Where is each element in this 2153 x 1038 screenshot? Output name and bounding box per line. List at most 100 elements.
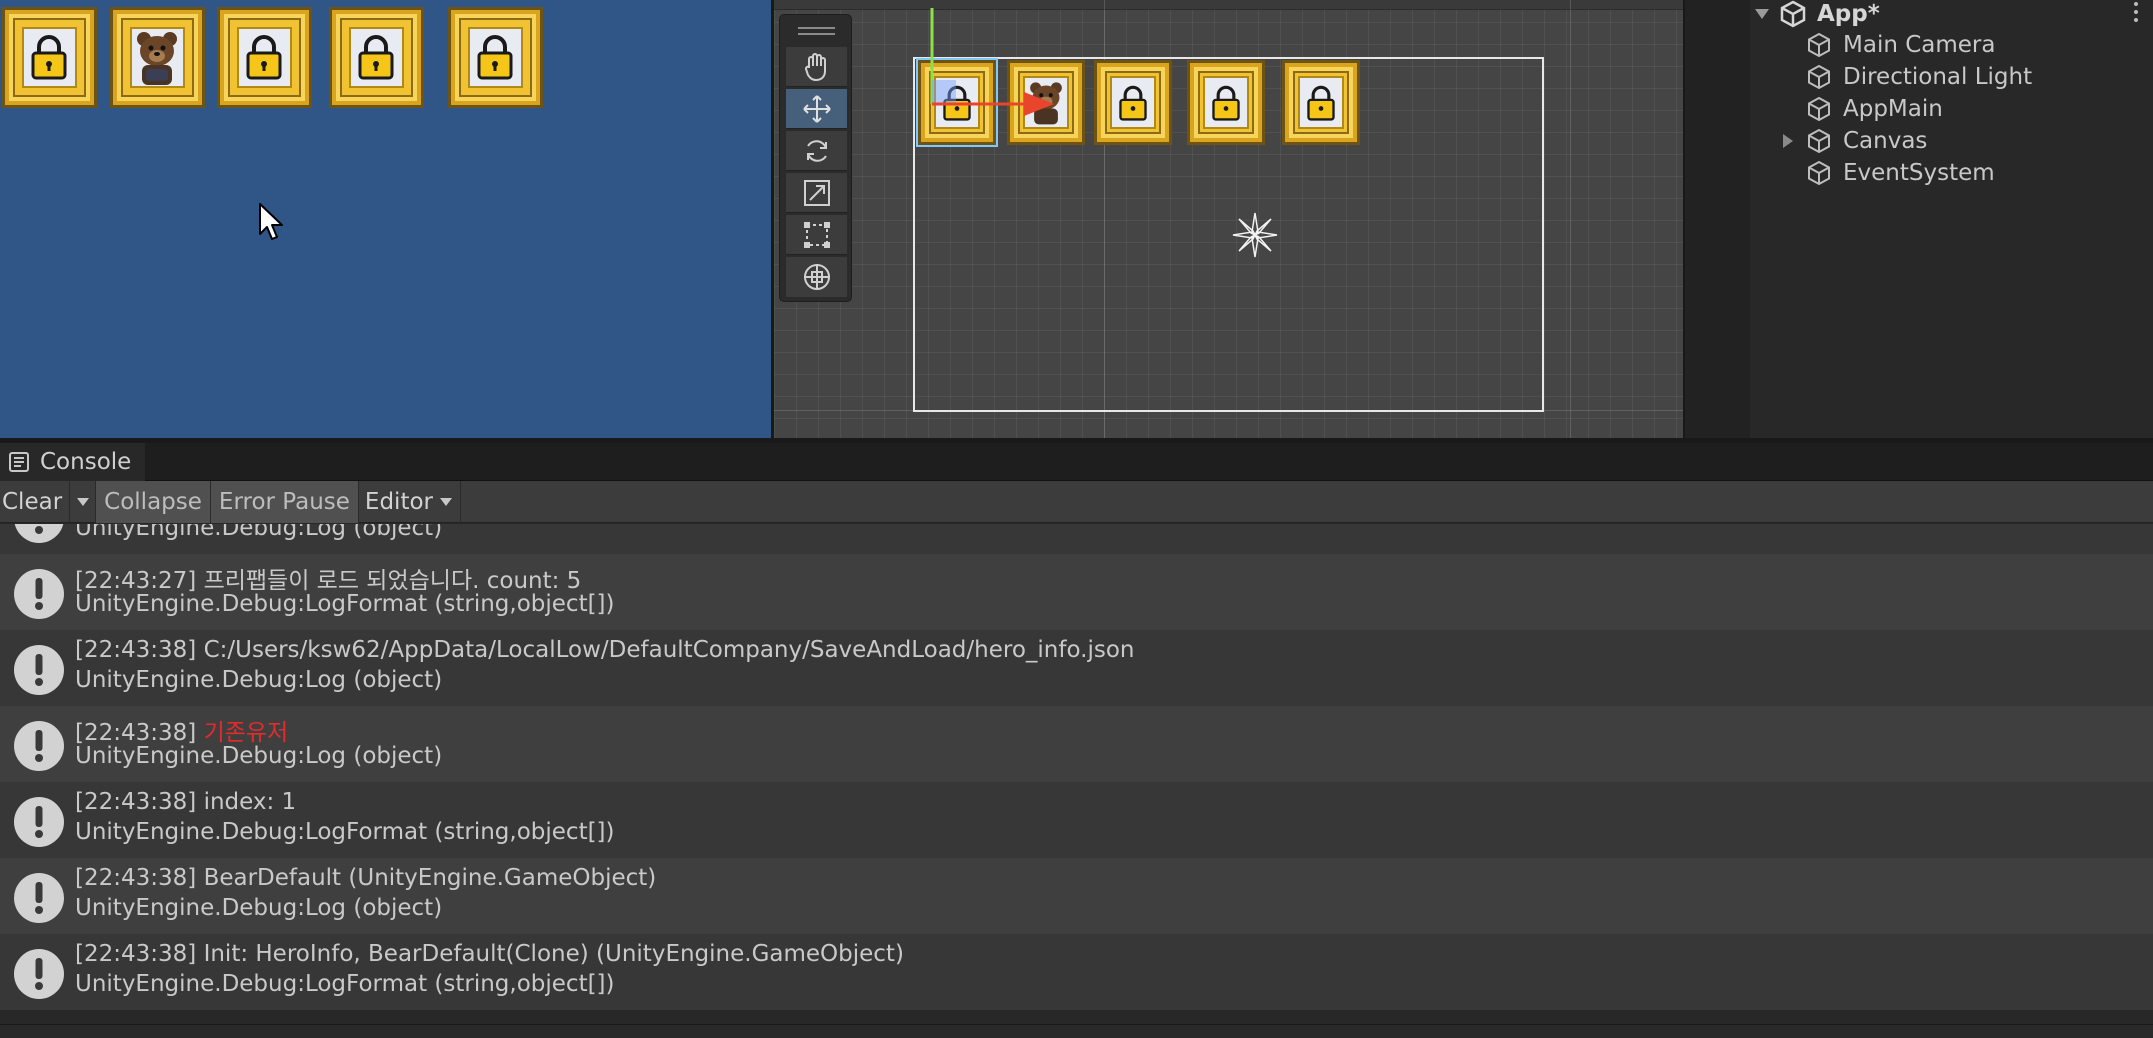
hand-tool-button[interactable] [786, 47, 847, 87]
rect-tool-icon [803, 221, 830, 248]
hierarchy-panel: App* Main Camera Directional Light AppMa… [1685, 0, 2153, 438]
info-message-icon [14, 873, 64, 923]
info-message-icon [14, 524, 64, 543]
scene-slot-locked[interactable] [1094, 60, 1172, 145]
bear-icon [137, 31, 178, 85]
gameobject-cube-icon [1808, 96, 1830, 122]
hierarchy-gutter [1685, 0, 1750, 438]
hierarchy-item-directional-light[interactable]: Directional Light [1805, 61, 2032, 93]
log-entry[interactable]: [22:43:38] C:/Users/ksw62/AppData/LocalL… [0, 630, 2153, 706]
hierarchy-item-label: AppMain [1843, 96, 1943, 122]
info-message-icon [14, 797, 64, 847]
padlock-icon [1212, 85, 1240, 121]
hand-tool-icon [804, 52, 826, 81]
mouse-cursor-icon [259, 203, 283, 240]
hero-slot-locked[interactable] [329, 7, 424, 108]
editor-dropdown-label: Editor [364, 488, 433, 515]
gameobject-cube-icon [1808, 128, 1830, 154]
hierarchy-item-main-camera[interactable]: Main Camera [1805, 29, 1995, 61]
log-entry[interactable]: [22:43:38] 기존유저 UnityEngine.Debug:Log (o… [0, 706, 2153, 782]
log-entry[interactable]: [22:43:27] 프리팹들이 로드 되었습니다. count: 5 Unit… [0, 554, 2153, 630]
scale-tool-icon [803, 179, 830, 206]
log-timestamp: [22:43:38] [75, 789, 197, 815]
info-message-icon [14, 949, 64, 999]
console-toolbar: Clear Collapse Error Pause Editor [0, 480, 2153, 555]
transform-tool-button[interactable] [786, 257, 847, 297]
tool-palette [779, 14, 852, 302]
padlock-icon [477, 35, 513, 80]
light-gizmo-icon [1232, 212, 1278, 258]
info-message-icon [14, 569, 64, 619]
log-entry[interactable]: [22:43:38] BearDefault (UnityEngine.Game… [0, 858, 2153, 934]
log-stacktrace: UnityEngine.Debug:Log (object) [75, 743, 443, 769]
hero-slot-locked[interactable] [217, 7, 312, 108]
editor-dropdown[interactable]: Editor [359, 480, 461, 523]
log-timestamp: [22:43:38] [75, 941, 197, 967]
rect-tool-button[interactable] [786, 215, 847, 255]
log-stacktrace: UnityEngine.Debug:Log (object) [75, 667, 443, 693]
expand-right-icon[interactable] [1777, 130, 1799, 152]
more-options-icon[interactable] [2131, 2, 2141, 28]
expand-down-icon[interactable] [1751, 3, 1773, 25]
padlock-icon [1119, 85, 1147, 121]
log-entry[interactable]: [22:43:38] index: 1 UnityEngine.Debug:Lo… [0, 782, 2153, 858]
palette-grip[interactable] [798, 27, 835, 41]
move-gizmo[interactable] [914, 8, 1074, 148]
padlock-icon [1307, 85, 1335, 121]
log-message: C:/Users/ksw62/AppData/LocalLow/DefaultC… [203, 637, 1135, 663]
log-stacktrace: UnityEngine.Debug:LogFormat (string,obje… [75, 819, 615, 845]
log-entry[interactable]: UnityEngine.Debug:Log (object) [0, 524, 2153, 554]
tab-console[interactable]: Console [0, 443, 146, 481]
hierarchy-root-label: App* [1817, 1, 1880, 27]
info-message-icon [14, 721, 64, 771]
hierarchy-item-canvas[interactable]: Canvas [1777, 125, 1927, 157]
hierarchy-root-app[interactable]: App* [1751, 0, 1880, 30]
padlock-icon [358, 35, 394, 80]
unity-scene-icon [1780, 0, 1806, 28]
chevron-down-icon [440, 497, 452, 506]
log-message: index: 1 [203, 789, 297, 815]
console-log-list[interactable]: UnityEngine.Debug:Log (object) [22:43:27… [0, 524, 2153, 1038]
log-stacktrace: UnityEngine.Debug:LogFormat (string,obje… [75, 591, 615, 617]
log-entry[interactable]: [22:43:38] Init: HeroInfo, BearDefault(C… [0, 934, 2153, 1010]
hero-slot-locked[interactable] [2, 7, 97, 108]
console-tabbar: Console [0, 443, 2153, 481]
console-detail-splitter[interactable] [0, 1024, 2153, 1038]
rotate-tool-button[interactable] [786, 131, 847, 171]
clear-button[interactable]: Clear [0, 480, 71, 523]
hero-slot-locked[interactable] [448, 7, 543, 108]
rotate-tool-icon [806, 139, 827, 162]
info-message-icon [14, 645, 64, 695]
hierarchy-item-eventsystem[interactable]: EventSystem [1805, 157, 1995, 189]
log-message: Init: HeroInfo, BearDefault(Clone) (Unit… [203, 941, 904, 967]
padlock-icon [246, 35, 282, 80]
scene-grid-line [1570, 0, 1571, 438]
scale-tool-button[interactable] [786, 173, 847, 213]
scene-toolbar-strip [774, 0, 1683, 10]
gameobject-cube-icon [1808, 32, 1830, 58]
clear-options-dropdown[interactable] [70, 480, 97, 523]
error-pause-toggle-label: Error Pause [218, 488, 350, 515]
console-icon [9, 452, 29, 472]
padlock-icon [31, 35, 67, 80]
scene-slot-locked[interactable] [1187, 60, 1265, 145]
move-tool-button[interactable] [786, 89, 847, 129]
log-timestamp: [22:43:38] [75, 637, 197, 663]
hierarchy-item-appmain[interactable]: AppMain [1805, 93, 1943, 125]
error-pause-toggle[interactable]: Error Pause [210, 480, 359, 523]
collapse-toggle[interactable]: Collapse [96, 480, 211, 523]
gameobject-cube-icon [1808, 64, 1830, 90]
scene-view[interactable] [774, 0, 1683, 438]
hierarchy-item-label: EventSystem [1843, 160, 1995, 186]
game-view[interactable] [0, 0, 771, 438]
transform-tool-icon [803, 264, 830, 290]
hero-slot-bear[interactable] [110, 7, 205, 108]
clear-button-label: Clear [2, 488, 63, 515]
hierarchy-item-label: Main Camera [1843, 32, 1996, 58]
log-message: BearDefault (UnityEngine.GameObject) [203, 865, 657, 891]
scene-slot-locked[interactable] [1282, 60, 1360, 145]
collapse-toggle-label: Collapse [104, 488, 202, 515]
chevron-down-icon [76, 497, 89, 506]
log-stacktrace: UnityEngine.Debug:Log (object) [75, 895, 443, 921]
log-stacktrace: UnityEngine.Debug:LogFormat (string,obje… [75, 971, 615, 997]
